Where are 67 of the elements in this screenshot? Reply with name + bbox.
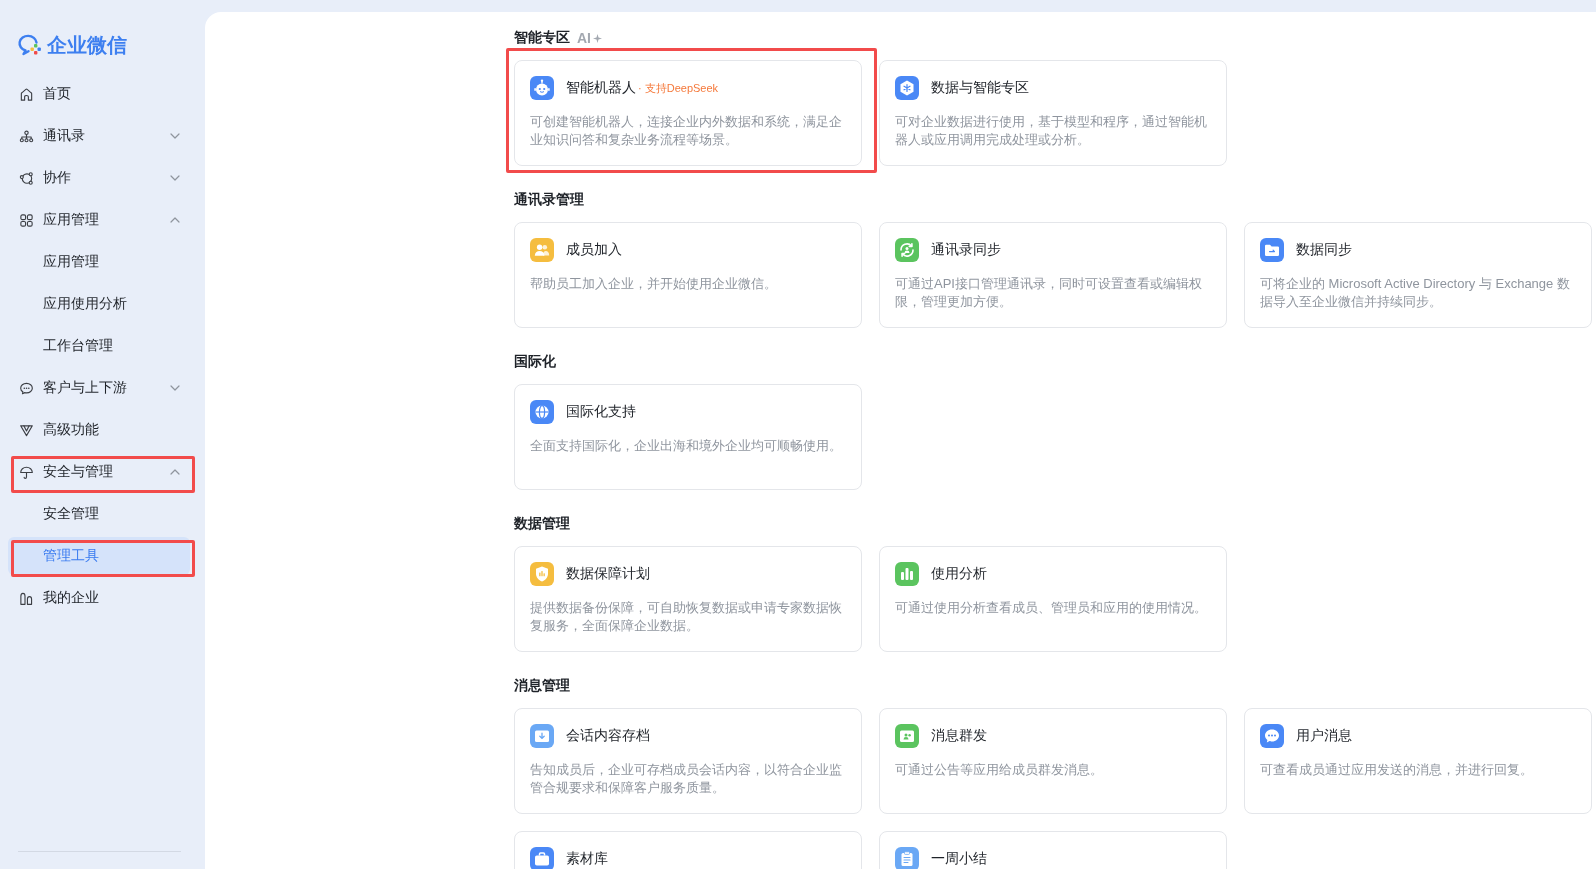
logo-text: 企业微信: [47, 32, 127, 58]
section-title: 智能专区: [514, 29, 570, 47]
org-chart-icon: [19, 128, 34, 144]
card-description: 可通过使用分析查看成员、管理员和应用的使用情况。: [895, 599, 1208, 617]
logo-icon: [17, 33, 43, 57]
nav-subitem[interactable]: 工作台管理: [8, 327, 190, 365]
nav-item[interactable]: 首页: [8, 75, 190, 113]
card-title: 会话内容存档: [566, 727, 650, 745]
feature-card[interactable]: 会话内容存档 告知成员后，企业可存档成员会话内容，以符合企业监管合规要求和保障客户服务质量。: [514, 708, 862, 814]
feature-card[interactable]: 一周小结: [879, 831, 1227, 869]
ai-tag: AI: [577, 30, 591, 46]
sparkle-icon: [593, 33, 602, 43]
feature-card[interactable]: 消息群发 可通过公告等应用给成员群发消息。: [879, 708, 1227, 814]
feature-card[interactable]: 通讯录同步 可通过API接口管理通讯录，同时可设置查看或编辑权限，管理更加方便。: [879, 222, 1227, 328]
card-title: 国际化支持: [566, 403, 636, 421]
card-title: 数据保障计划: [566, 565, 650, 583]
nav-subitem[interactable]: 应用管理: [8, 243, 190, 281]
card-title: 通讯录同步: [931, 241, 1001, 259]
nav-item[interactable]: 应用管理: [8, 201, 190, 239]
triangle-icon: [19, 422, 34, 438]
section-title: 数据管理: [514, 515, 570, 533]
feature-card[interactable]: 国际化支持 全面支持国际化，企业出海和境外企业均可顺畅使用。: [514, 384, 862, 490]
card-title: 一周小结: [931, 850, 987, 868]
nav-item[interactable]: 客户与上下游: [8, 369, 190, 407]
umbrella-icon: [19, 464, 34, 480]
nav-subitem[interactable]: 应用使用分析: [8, 285, 190, 323]
card-title: 数据与智能专区: [931, 79, 1029, 97]
nav-item[interactable]: 我的企业: [8, 579, 190, 617]
home-icon: [19, 86, 34, 102]
nav-subitem[interactable]: 安全管理: [8, 495, 190, 533]
nav-item[interactable]: 高级功能: [8, 411, 190, 449]
card-description: 提供数据备份保障，可自助恢复数据或申请专家数据恢复服务，全面保障企业数据。: [530, 599, 843, 635]
card-description: 可对企业数据进行使用，基于模型和程序，通过智能机器人或应用调用完成处理或分析。: [895, 113, 1208, 149]
card-description: 可通过API接口管理通讯录，同时可设置查看或编辑权限，管理更加方便。: [895, 275, 1203, 311]
card-description: 告知成员后，企业可存档成员会话内容，以符合企业监管合规要求和保障客户服务质量。: [530, 761, 843, 797]
card-description: 可创建智能机器人，连接企业内外数据和系统，满足企业知识问答和复杂业务流程等场景。: [530, 113, 843, 149]
card-title: 素材库: [566, 850, 608, 868]
feature-card[interactable]: 用户消息 可查看成员通过应用发送的消息，并进行回复。: [1244, 708, 1592, 814]
support-note: · 支持DeepSeek: [638, 80, 719, 96]
card-title: 用户消息: [1296, 727, 1352, 745]
feature-card[interactable]: 素材库: [514, 831, 862, 869]
card-description: 可通过公告等应用给成员群发消息。: [895, 761, 1104, 779]
card-title: 使用分析: [931, 565, 987, 583]
feature-card[interactable]: 智能机器人· 支持DeepSeek 可创建智能机器人，连接企业内外数据和系统，满足企业知识问答和复杂业务流程等场景。: [514, 60, 862, 166]
card-description: 帮助员工加入企业，并开始使用企业微信。: [530, 275, 778, 293]
feature-card[interactable]: 成员加入 帮助员工加入企业，并开始使用企业微信。: [514, 222, 862, 328]
chat-bubble-icon: [19, 380, 34, 396]
card-description: 全面支持国际化，企业出海和境外企业均可顺畅使用。: [530, 437, 843, 455]
card-title: 智能机器人: [566, 79, 636, 97]
feature-card[interactable]: 数据同步 可将企业的 Microsoft Active Directory 与 Exchange 数据导入至企业微信并持续同步。: [1244, 222, 1592, 328]
section-title: 通讯录管理: [514, 191, 584, 209]
buildings-icon: [19, 590, 34, 606]
nav-item[interactable]: 通讯录: [8, 117, 190, 155]
feature-card[interactable]: 数据与智能专区 可对企业数据进行使用，基于模型和程序，通过智能机器人或应用调用完成处理或分析。: [879, 60, 1227, 166]
card-title: 消息群发: [931, 727, 987, 745]
card-description: 可将企业的 Microsoft Active Directory 与 Exchange 数据导入至企业微信并持续同步。: [1260, 275, 1571, 311]
nav-item[interactable]: 协作: [8, 159, 190, 197]
section-title: 国际化: [514, 353, 556, 371]
grid-icon: [19, 212, 34, 228]
card-title: 数据同步: [1296, 241, 1352, 259]
section-title: 消息管理: [514, 677, 570, 695]
feature-card[interactable]: 使用分析 可通过使用分析查看成员、管理员和应用的使用情况。: [879, 546, 1227, 652]
network-icon: [19, 170, 34, 186]
card-description: 可查看成员通过应用发送的消息，并进行回复。: [1260, 761, 1534, 779]
feature-card[interactable]: 数据保障计划 提供数据备份保障，可自助恢复数据或申请专家数据恢复服务，全面保障企业数据。: [514, 546, 862, 652]
card-title: 成员加入: [566, 241, 622, 259]
nav-item[interactable]: 安全与管理: [8, 453, 190, 491]
